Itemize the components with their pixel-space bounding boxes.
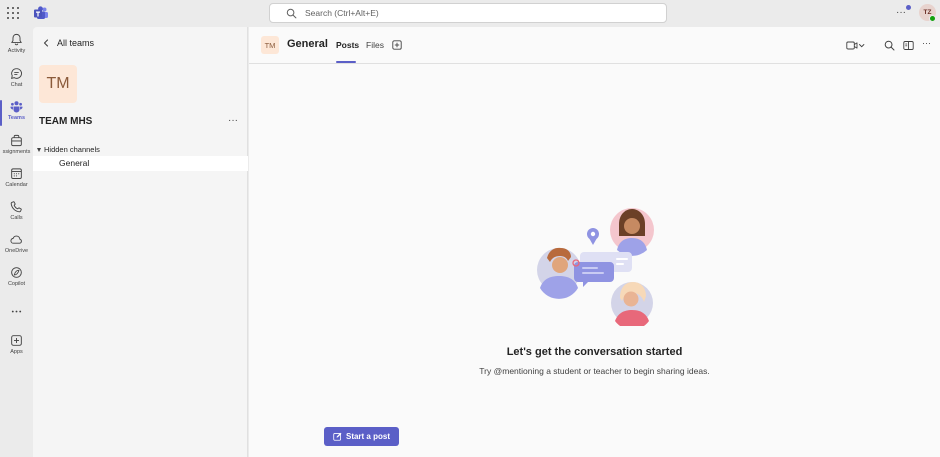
more-icon (11, 310, 22, 313)
video-meet-icon[interactable] (846, 40, 866, 51)
channel-avatar: TM (261, 36, 279, 54)
apps-icon (11, 335, 22, 346)
tab-posts[interactable]: Posts (336, 40, 359, 50)
rail-label: Calls (10, 215, 23, 221)
channel-header: TM General Posts Files ··· (249, 27, 940, 64)
back-label: All teams (57, 38, 95, 48)
channel-item-general[interactable]: General (33, 156, 248, 171)
start-post-button[interactable]: Start a post (324, 427, 399, 446)
search-icon (286, 8, 297, 19)
team-panel: All teams TM TEAM MHS ··· Hidden channel… (33, 27, 248, 457)
cloud-icon (10, 235, 22, 244)
search-icon[interactable] (884, 40, 895, 51)
channel-info-icon[interactable] (903, 40, 914, 51)
chat-icon (11, 68, 22, 79)
team-avatar: TM (39, 65, 77, 103)
team-more-options-button[interactable]: ··· (228, 115, 238, 126)
rail-item-activity[interactable]: Activity (0, 33, 33, 63)
rail-label: Calendar (5, 182, 28, 188)
rail-label: Activity (7, 48, 26, 54)
channel-name: General (59, 158, 90, 168)
rail-item-apps[interactable]: Apps (0, 334, 33, 364)
bell-icon (11, 33, 22, 46)
teams-icon (10, 101, 23, 113)
rail-item-calendar[interactable]: Calendar (0, 167, 33, 197)
active-tab-indicator (336, 61, 356, 63)
copilot-icon (11, 267, 22, 278)
hidden-channels-toggle[interactable]: Hidden channels (37, 145, 100, 154)
search-placeholder: Search (Ctrl+Alt+E) (305, 8, 379, 18)
empty-state-subtitle: Try @mentioning a student or teacher to … (479, 366, 710, 376)
teams-logo-icon (34, 6, 48, 19)
rail-item-chat[interactable]: Chat (0, 67, 33, 97)
rail-item-assignments[interactable]: ssignments (0, 134, 33, 164)
assignments-icon (11, 134, 22, 147)
rail-item-onedrive[interactable]: OneDrive (0, 233, 33, 263)
rail-item-teams[interactable]: Teams (0, 100, 33, 130)
app-launcher-icon[interactable] (7, 7, 19, 19)
phone-icon (10, 201, 22, 213)
team-initials: TM (46, 75, 70, 92)
rail-label: ssignments (2, 149, 31, 155)
all-teams-back-button[interactable]: All teams (42, 38, 94, 48)
start-post-label: Start a post (345, 432, 390, 441)
channel-more-button[interactable]: ··· (922, 38, 931, 48)
rail-item-copilot[interactable]: Copilot (0, 266, 33, 296)
search-input[interactable]: Search (Ctrl+Alt+E) (269, 3, 667, 23)
channel-title: General (287, 38, 328, 50)
conversation-illustration (537, 208, 654, 326)
rail-item-calls[interactable]: Calls (0, 200, 33, 230)
rail-label: Apps (10, 349, 23, 355)
rail-label: Chat (10, 82, 23, 88)
settings-more-button[interactable]: ··· (896, 7, 906, 18)
channel-initials: TM (264, 40, 276, 50)
presence-status-icon (929, 15, 936, 22)
channel-main: TM General Posts Files ··· Let's get the… (249, 27, 940, 457)
rail-label: Copilot (7, 281, 26, 287)
rail-label: OneDrive (4, 248, 29, 254)
team-name: TEAM MHS (39, 116, 93, 127)
caret-down-icon (37, 147, 41, 152)
rail-label: Teams (7, 115, 26, 121)
tab-files[interactable]: Files (366, 40, 384, 50)
chevron-left-icon (43, 39, 49, 47)
top-bar: Search (Ctrl+Alt+E) ··· TZ (0, 0, 940, 27)
compose-icon (333, 432, 342, 441)
rail-item-more[interactable] (0, 305, 33, 335)
app-rail: Activity Chat Teams ssignments Calendar … (0, 27, 33, 457)
hidden-channels-label: Hidden channels (44, 145, 100, 154)
notification-badge (906, 5, 911, 10)
calendar-icon (11, 168, 22, 179)
empty-state-title: Let's get the conversation started (506, 346, 683, 358)
add-tab-icon[interactable] (392, 40, 402, 50)
